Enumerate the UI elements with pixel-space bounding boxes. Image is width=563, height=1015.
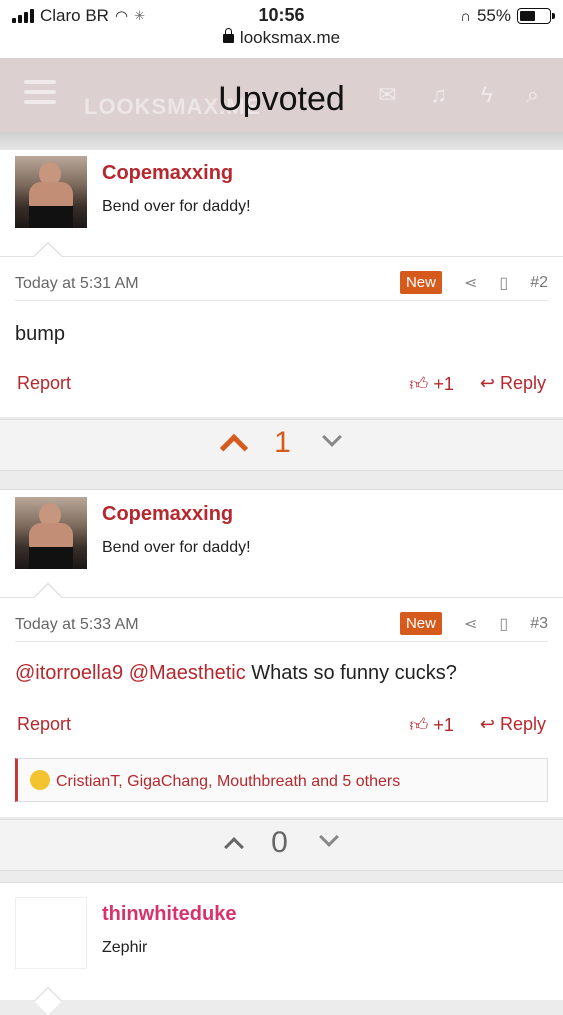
username[interactable]: Copemaxxing: [102, 162, 233, 185]
upvote-icon[interactable]: [220, 433, 249, 463]
bookmark-icon[interactable]: ▯: [499, 614, 508, 634]
site-navbar: LOOKSMAX.ME ✉ ♫ ϟ ⌕ Upvoted: [0, 58, 563, 132]
post-body: bump: [15, 323, 66, 345]
mention-link[interactable]: @itorroella9: [15, 662, 123, 684]
reply-button[interactable]: ↩ Reply: [480, 714, 546, 736]
upvote-icon[interactable]: [224, 837, 245, 857]
reactions-text: CristianT, GigaChang, Mouthbreath and 5 …: [56, 773, 401, 790]
like-button[interactable]: 👍︎ +1: [410, 714, 454, 736]
post-time[interactable]: Today at 5:33 AM: [15, 616, 139, 634]
vote-count: 0: [271, 826, 288, 859]
bookmark-icon[interactable]: ▯: [499, 273, 508, 293]
headphones-icon: ∩: [460, 7, 471, 25]
post-card: Today at 5:33 AM New ⋖ ▯ #3 @itorroella9…: [0, 582, 563, 817]
reply-button[interactable]: ↩ Reply: [480, 373, 546, 395]
post-user-block: Copemaxxing Bend over for daddy!: [0, 150, 563, 256]
battery-icon: [517, 8, 555, 24]
reactions-bar[interactable]: CristianT, GigaChang, Mouthbreath and 5 …: [15, 758, 548, 802]
avatar[interactable]: [15, 497, 87, 569]
post-card: Today at 5:31 AM New ⋖ ▯ #2 bump Report …: [0, 241, 563, 417]
battery-percent: 55%: [476, 6, 511, 25]
post-number[interactable]: #2: [530, 274, 548, 292]
post-user-block: Copemaxxing Bend over for daddy!: [0, 489, 563, 597]
downvote-icon[interactable]: [321, 427, 342, 447]
reply-icon: ↩: [479, 714, 495, 734]
laughing-emoji-icon: [30, 770, 50, 790]
like-button[interactable]: 👍︎ +1: [410, 373, 454, 395]
new-badge: New: [399, 271, 442, 294]
post-user-block: thinwhiteduke Zephir: [0, 882, 563, 1015]
report-link[interactable]: Report: [17, 373, 71, 394]
username[interactable]: Copemaxxing: [102, 503, 233, 526]
user-title: Bend over for daddy!: [102, 539, 251, 556]
post-body: @itorroella9 @Maesthetic Whats so funny …: [15, 662, 457, 685]
new-badge: New: [399, 612, 442, 635]
downvote-icon[interactable]: [318, 827, 339, 847]
user-title: Zephir: [102, 939, 148, 956]
url-text: looksmax.me: [239, 28, 341, 47]
upvoted-toast: Upvoted: [218, 80, 345, 118]
user-title: Bend over for daddy!: [102, 198, 251, 215]
vote-row: 1: [0, 419, 563, 471]
post-time[interactable]: Today at 5:31 AM: [15, 275, 139, 293]
share-icon[interactable]: ⋖: [464, 614, 477, 634]
username[interactable]: thinwhiteduke: [102, 903, 236, 926]
reply-icon: ↩: [479, 373, 495, 393]
share-icon[interactable]: ⋖: [464, 273, 477, 293]
post-number[interactable]: #3: [530, 615, 548, 633]
thumbs-up-icon: 👍︎: [409, 374, 429, 394]
report-link[interactable]: Report: [17, 714, 71, 735]
mention-link[interactable]: @Maesthetic: [129, 662, 246, 684]
avatar[interactable]: [15, 897, 87, 969]
vote-count: 1: [274, 426, 291, 459]
vote-row: 0: [0, 819, 563, 871]
thumbs-up-icon: 👍︎: [409, 715, 429, 735]
avatar[interactable]: [15, 156, 87, 228]
url-bar[interactable]: looksmax.me: [0, 28, 563, 58]
post-text: Whats so funny cucks?: [251, 662, 457, 684]
lock-icon: [222, 28, 234, 43]
